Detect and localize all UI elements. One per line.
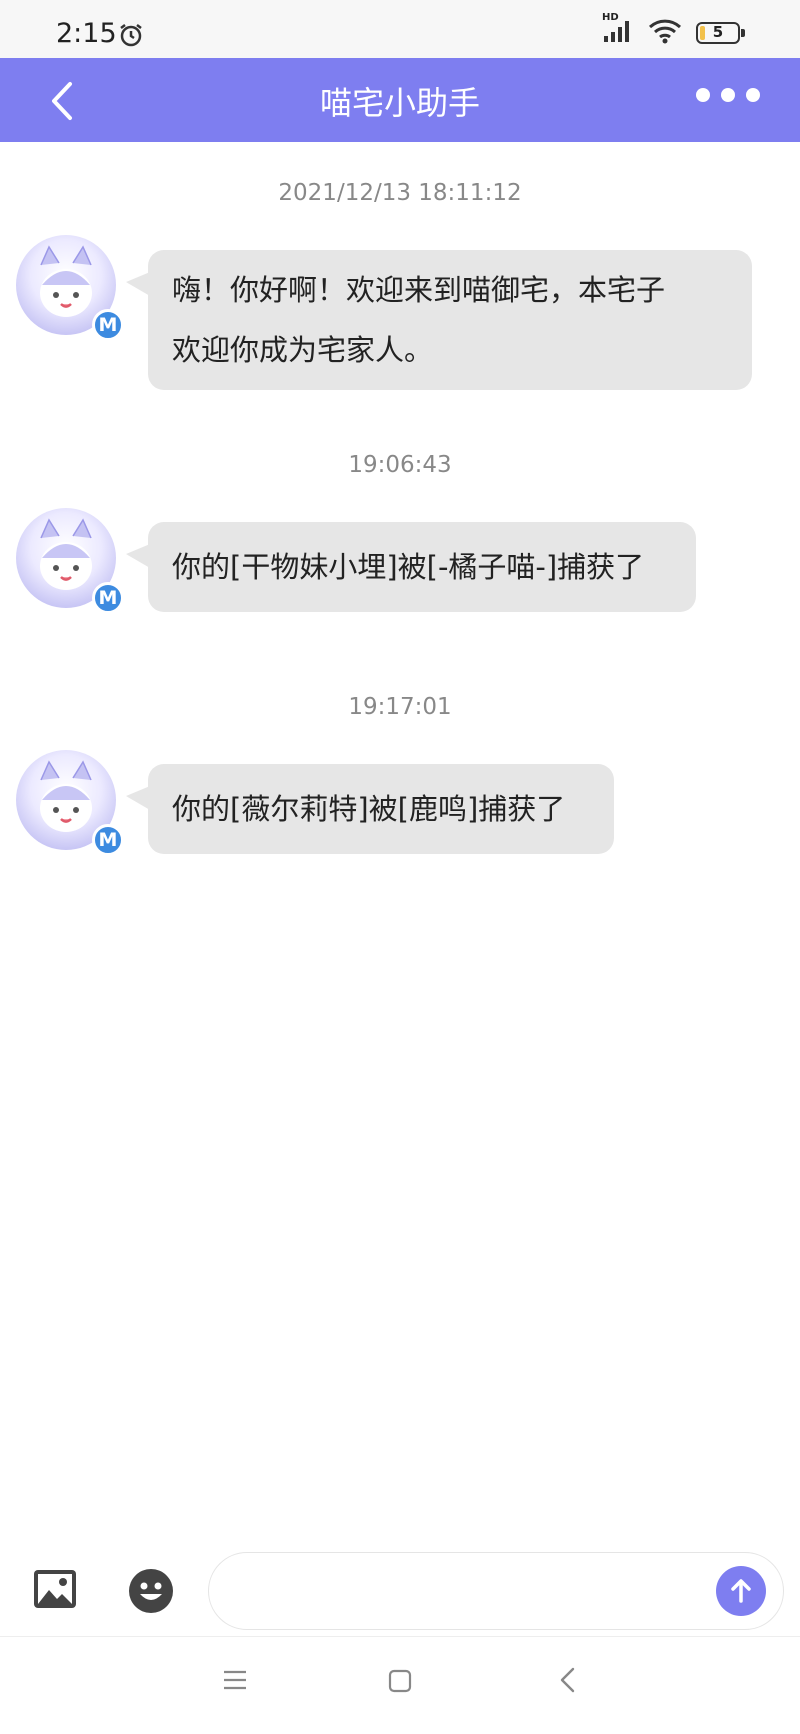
home-button[interactable] bbox=[388, 1669, 412, 1697]
message-bubble[interactable]: 你的[薇尔莉特]被[鹿鸣]捕获了 bbox=[126, 764, 614, 854]
back-triangle-icon bbox=[560, 1667, 575, 1693]
avatar[interactable]: M bbox=[16, 235, 124, 341]
avatar[interactable]: M bbox=[16, 508, 124, 614]
message-timestamp: 19:06:43 bbox=[348, 452, 452, 478]
arrow-up-icon bbox=[731, 1579, 751, 1603]
message-bubble[interactable]: 你的[干物妹小埋]被[-橘子喵-]捕获了 bbox=[126, 522, 696, 612]
image-icon bbox=[34, 1570, 76, 1608]
nav-back-button[interactable] bbox=[558, 1667, 578, 1697]
home-square-icon bbox=[388, 1669, 412, 1693]
emoji-icon bbox=[129, 1569, 173, 1613]
message-timestamp: 2021/12/13 18:11:12 bbox=[278, 180, 522, 206]
message-bubble[interactable]: 嗨！你好啊！欢迎来到喵御宅，本宅子 欢迎你成为宅家人。 bbox=[126, 250, 752, 390]
message-input[interactable] bbox=[208, 1552, 784, 1630]
avatar-badge: M bbox=[92, 309, 124, 341]
status-time: 2:15 bbox=[56, 18, 117, 49]
message-input-bar bbox=[0, 1540, 800, 1640]
message-line: 欢迎你成为宅家人。 bbox=[172, 333, 434, 367]
network-type: HD bbox=[602, 12, 619, 23]
more-button[interactable] bbox=[696, 88, 760, 102]
alarm-icon bbox=[118, 22, 144, 52]
system-nav-bar bbox=[0, 1636, 800, 1734]
avatar-badge: M bbox=[92, 824, 124, 856]
battery-level: 5 bbox=[712, 23, 724, 41]
menu-button[interactable] bbox=[222, 1667, 248, 1697]
battery-icon: 5 bbox=[696, 22, 745, 44]
avatar[interactable]: M bbox=[16, 750, 124, 856]
emoji-button[interactable] bbox=[128, 1568, 174, 1618]
message-timestamp: 19:17:01 bbox=[348, 694, 452, 720]
signal-icon: HD bbox=[602, 12, 634, 48]
send-button[interactable] bbox=[716, 1566, 766, 1616]
avatar-badge: M bbox=[92, 582, 124, 614]
chat-header: 喵宅小助手 bbox=[0, 58, 800, 142]
message-line: 你的[干物妹小埋]被[-橘子喵-]捕获了 bbox=[172, 550, 645, 584]
image-button[interactable] bbox=[32, 1568, 78, 1614]
message-line: 嗨！你好啊！欢迎来到喵御宅，本宅子 bbox=[172, 273, 666, 307]
more-dot bbox=[696, 88, 710, 102]
more-dot bbox=[746, 88, 760, 102]
more-dot bbox=[721, 88, 735, 102]
status-icons: HD 5 bbox=[602, 12, 745, 48]
message-line: 你的[薇尔莉特]被[鹿鸣]捕获了 bbox=[172, 792, 566, 826]
page-title: 喵宅小助手 bbox=[319, 84, 480, 122]
status-bar: 2:15 HD 5 bbox=[0, 0, 800, 58]
wifi-icon bbox=[648, 18, 682, 48]
menu-icon bbox=[224, 1670, 246, 1690]
